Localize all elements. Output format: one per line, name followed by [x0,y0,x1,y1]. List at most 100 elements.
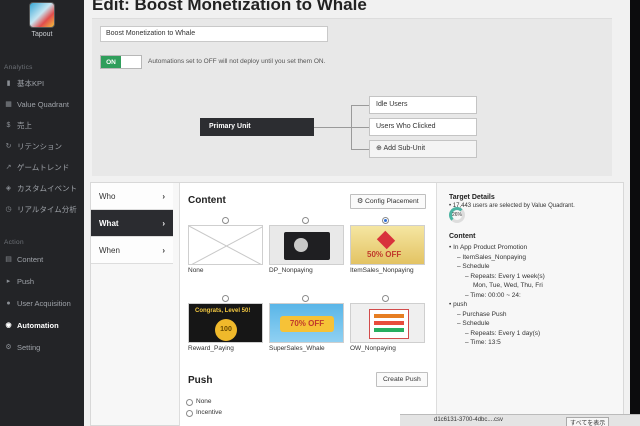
content-thumb-reward-paying[interactable]: Congrats, Level 50! 100 [188,303,263,343]
create-push-button[interactable]: Create Push [376,372,428,387]
content-heading: Content [188,195,226,206]
push-radio-incentive[interactable] [186,410,193,417]
download-file-name[interactable]: d1c6131-3700-4dbc....csv [434,417,503,423]
sidebar: Tapout Analytics ▮ 基本KPI ▦ Value Quadrant $ 売… [0,0,84,426]
automation-name-field[interactable]: Boost Monetization to Whale [100,26,328,42]
target-percent-donut: 26% [449,207,465,223]
gear-icon: ⚙ [357,198,365,205]
toggle-on-label: ON [101,56,121,68]
tab-who-label: Who [99,192,116,201]
detail-line: Mon, Tue, Wed, Thu, Fri [473,282,543,289]
gear-icon: ⚙ [5,344,12,351]
gem-image [376,230,396,250]
detail-line: • push [449,301,468,308]
currency-icon: $ [6,121,11,129]
content-thumb-itemsales-nonpaying[interactable]: 50% OFF [350,225,425,265]
push-icon: ▸ [6,278,11,285]
detail-line: – Purchase Push [457,310,507,318]
sub-unit-idle-users[interactable]: Idle Users [369,96,477,114]
config-placement-button[interactable]: ⚙ Config Placement [350,194,426,209]
step-tabs: Who › What › When › [91,183,173,264]
target-details-line: • 17,443 users are selected by Value Qua… [449,203,575,209]
sidebar-item-value-quadrant[interactable]: ▦ Value Quadrant [4,97,82,111]
chevron-right-icon: › [162,192,165,201]
app-name: Tapout [31,31,53,38]
sidebar-item-automation[interactable]: ◉ Automation [4,318,82,332]
editor-panel: Who › What › When › Content ⚙ Config Placem… [90,182,624,426]
add-sub-unit-label: Add Sub-Unit [383,145,426,152]
sidebar-item-基本kpi[interactable]: ▮ 基本KPI [4,76,82,90]
content-details-heading: Content [449,233,476,240]
app-block[interactable]: Tapout [22,2,62,38]
sidebar-item-label: 売上 [17,120,32,130]
sidebar-item-label: 基本KPI [17,78,45,88]
sale-discount-text: 70% OFF [280,316,334,332]
reward-congrats-text: Congrats, Level 50! [195,308,251,314]
content-radio-none[interactable] [222,217,229,224]
placeholder-image-icon [189,226,262,264]
analytics-section-label: Analytics [4,64,33,71]
sidebar-item-label: Setting [17,342,41,352]
sidebar-item-売上[interactable]: $ 売上 [4,118,82,132]
download-bar: d1c6131-3700-4dbc....csv すべてを表示 [400,414,640,426]
app-icon [29,2,55,28]
sidebar-item-ゲームトレンド[interactable]: ↗ ゲームトレンド [4,160,82,174]
detail-line: – Time: 13:5 [465,339,501,346]
content-panel: Content ⚙ Config Placement None DP_Nonpa… [179,183,437,426]
coin-image: 100 [215,319,237,341]
tab-who[interactable]: Who › [91,183,173,210]
content-radio-itemsales-nonpaying[interactable] [382,217,389,224]
detail-line: – ItemSales_Nonpaying [457,253,527,261]
push-radio-none[interactable] [186,399,193,406]
sub-unit-users-who-clicked[interactable]: Users Who Clicked [369,118,477,136]
sidebar-item-push[interactable]: ▸ Push [4,274,82,288]
sidebar-item-label: カスタムイベント [17,183,77,193]
tab-what-label: What [99,219,119,228]
sidebar-item-カスタムイベント[interactable]: ◈ カスタムイベント [4,181,82,195]
target-details-heading: Target Details [449,194,495,201]
sidebar-item-content[interactable]: ▤ Content [4,252,82,266]
content-label-supersales-whale: SuperSales_Whale [269,345,325,352]
sidebar-item-label: Automation [17,320,59,330]
content-radio-reward-paying[interactable] [222,295,229,302]
sidebar-item-label: User Acquisition [17,298,71,308]
page-title: Edit: Boost Monetization to Whale [92,0,367,14]
tab-when[interactable]: When › [91,237,173,264]
content-label-none: None [188,267,204,274]
detail-line: – Schedule [457,320,490,327]
connector-line [351,149,369,150]
on-off-toggle[interactable]: ON [100,55,142,69]
sidebar-item-label: Content [17,254,44,264]
push-option-none: None [196,398,212,405]
connector-line [351,105,369,106]
content-radio-ow-nonpaying[interactable] [382,295,389,302]
content-label-itemsales-nonpaying: ItemSales_Nonpaying [350,267,414,274]
sidebar-item-label: ゲームトレンド [17,162,70,172]
content-thumb-dp-nonpaying[interactable] [269,225,344,265]
sidebar-item-user-acquisition[interactable]: ● User Acquisition [4,296,82,310]
content-icon: ▤ [5,256,12,263]
sidebar-item-label: リテンション [17,141,62,151]
sidebar-item-setting[interactable]: ⚙ Setting [4,340,82,354]
content-label-reward-paying: Reward_Paying [188,345,234,352]
trend-icon: ↗ [5,164,12,171]
content-label-ow-nonpaying: OW_Nonpaying [350,345,396,352]
detail-line: – Time: 00:00 ~ 24: [465,291,521,299]
sidebar-item-label: Push [17,276,35,286]
automation-icon: ◉ [5,322,12,329]
tab-what[interactable]: What › [91,210,173,237]
content-radio-dp-nonpaying[interactable] [302,217,309,224]
bar-chart-icon: ▮ [6,80,11,87]
content-thumb-ow-nonpaying[interactable] [350,303,425,343]
primary-unit-node[interactable]: Primary Unit [200,118,314,136]
window-edge [630,0,640,426]
content-thumb-supersales-whale[interactable]: 70% OFF [269,303,344,343]
content-radio-supersales-whale[interactable] [302,295,309,302]
show-all-downloads-button[interactable]: すべてを表示 [566,417,610,426]
sidebar-item-リテンション[interactable]: ↻ リテンション [4,139,82,153]
add-sub-unit-button[interactable]: ⊕ Add Sub-Unit [369,140,477,158]
grid-icon: ▦ [5,101,12,108]
content-thumb-none[interactable] [188,225,263,265]
sidebar-item-リアルタイム分析[interactable]: ◷ リアルタイム分析 [4,202,82,216]
action-section-label: Action [4,239,24,246]
